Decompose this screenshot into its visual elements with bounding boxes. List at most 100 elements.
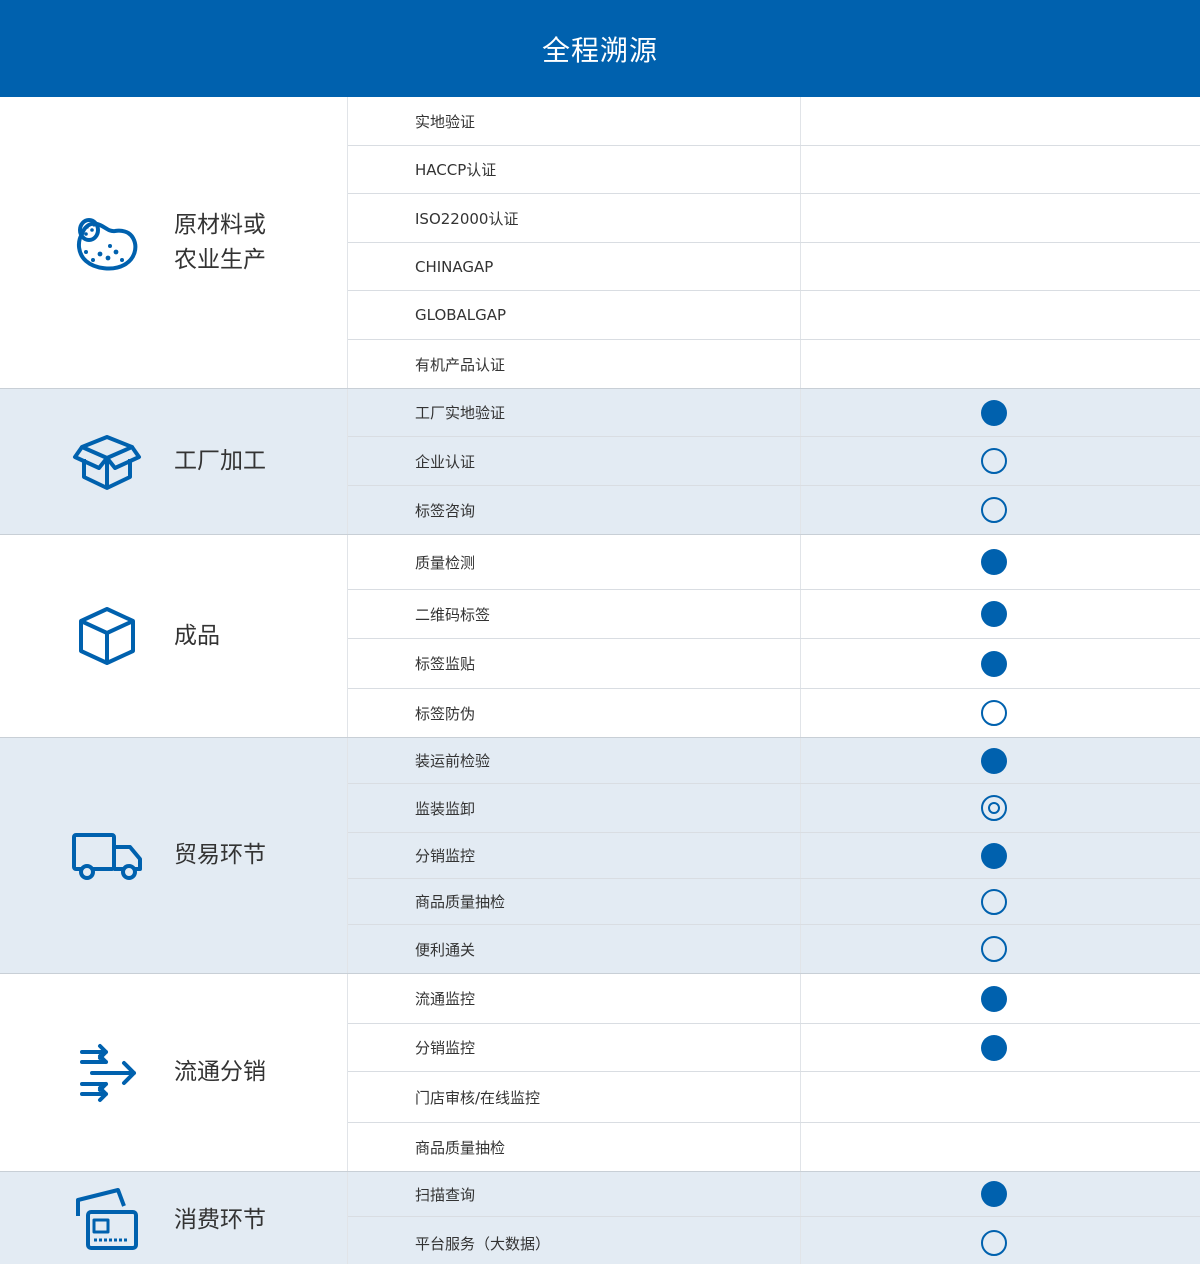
availability-cell bbox=[801, 784, 1200, 832]
service-item: 分销监控 bbox=[348, 833, 801, 878]
service-item: 平台服务（大数据） bbox=[348, 1217, 801, 1264]
availability-cell bbox=[801, 389, 1200, 436]
filled-circle-icon bbox=[980, 1181, 1007, 1207]
availability-cell bbox=[801, 291, 1200, 339]
table-row: 有机产品认证 bbox=[348, 340, 1200, 388]
service-item: 分销监控 bbox=[348, 1024, 801, 1071]
service-item: 扫描查询 bbox=[348, 1172, 801, 1216]
service-item: 商品质量抽检 bbox=[348, 879, 801, 924]
stage-section: 消费环节 扫描查询 平台服务（大数据） bbox=[0, 1172, 1200, 1264]
availability-cell bbox=[801, 1217, 1200, 1264]
filled-circle-icon bbox=[980, 842, 1007, 869]
table-row: 标签咨询 bbox=[348, 486, 1200, 534]
table-row: 平台服务（大数据） bbox=[348, 1217, 1200, 1264]
availability-cell bbox=[801, 879, 1200, 924]
cards-icon bbox=[72, 1186, 142, 1256]
table-row: 商品质量抽检 bbox=[348, 1123, 1200, 1171]
empty-circle-icon bbox=[980, 497, 1007, 523]
availability-cell bbox=[801, 340, 1200, 388]
service-item: 工厂实地验证 bbox=[348, 389, 801, 436]
service-item: 监装监卸 bbox=[348, 784, 801, 832]
table-row: CHINAGAP bbox=[348, 243, 1200, 291]
stage-cell: 消费环节 bbox=[0, 1172, 348, 1264]
stage-cell: 原材料或 农业生产 bbox=[0, 97, 348, 388]
empty-circle-icon bbox=[980, 888, 1007, 915]
table-row: 门店审核/在线监控 bbox=[348, 1072, 1200, 1123]
stage-label: 成品 bbox=[174, 622, 220, 649]
service-item: 质量检测 bbox=[348, 535, 801, 589]
stage-section: 成品 质量检测 二维码标签 标签监贴 标签防伪 bbox=[0, 535, 1200, 738]
table-row: HACCP认证 bbox=[348, 146, 1200, 194]
availability-cell bbox=[801, 1024, 1200, 1071]
stage-label: 工厂加工 bbox=[174, 448, 266, 474]
stage-cell: 贸易环节 bbox=[0, 738, 348, 973]
table-row: 标签监贴 bbox=[348, 639, 1200, 689]
filled-circle-icon bbox=[980, 601, 1007, 627]
table-row: 实地验证 bbox=[348, 97, 1200, 146]
service-item: 有机产品认证 bbox=[348, 340, 801, 388]
empty-circle-icon bbox=[980, 1230, 1007, 1256]
table-row: 二维码标签 bbox=[348, 590, 1200, 639]
table-row: 装运前检验 bbox=[348, 738, 1200, 784]
stage-label: 贸易环节 bbox=[174, 842, 266, 868]
stage-section: 工厂加工 工厂实地验证 企业认证 标签咨询 bbox=[0, 389, 1200, 535]
truck-icon bbox=[72, 821, 142, 891]
availability-cell bbox=[801, 97, 1200, 145]
table-row: 监装监卸 bbox=[348, 784, 1200, 833]
flow-arrows-icon bbox=[72, 1038, 142, 1108]
availability-cell bbox=[801, 437, 1200, 485]
table-row: 流通监控 bbox=[348, 974, 1200, 1024]
service-item: 商品质量抽检 bbox=[348, 1123, 801, 1171]
closed-box-icon bbox=[72, 601, 142, 671]
table-row: ISO22000认证 bbox=[348, 194, 1200, 243]
stage-cell: 成品 bbox=[0, 535, 348, 737]
table-row: 商品质量抽检 bbox=[348, 879, 1200, 925]
availability-cell bbox=[801, 925, 1200, 973]
table-row: 分销监控 bbox=[348, 833, 1200, 879]
service-item: 标签咨询 bbox=[348, 486, 801, 534]
service-item: ISO22000认证 bbox=[348, 194, 801, 242]
availability-cell bbox=[801, 590, 1200, 638]
service-item: 标签防伪 bbox=[348, 689, 801, 737]
service-item: 标签监贴 bbox=[348, 639, 801, 688]
service-item: 便利通关 bbox=[348, 925, 801, 973]
stage-section: 贸易环节 装运前检验 监装监卸 分销监控 商品质量抽检 便利通关 bbox=[0, 738, 1200, 974]
page-title: 全程溯源 bbox=[0, 0, 1200, 97]
table-row: 扫描查询 bbox=[348, 1172, 1200, 1217]
availability-cell bbox=[801, 486, 1200, 534]
filled-circle-icon bbox=[980, 549, 1007, 575]
service-item: 流通监控 bbox=[348, 974, 801, 1023]
table-row: 标签防伪 bbox=[348, 689, 1200, 737]
empty-circle-icon bbox=[980, 700, 1007, 726]
table-row: 企业认证 bbox=[348, 437, 1200, 486]
table-row: 分销监控 bbox=[348, 1024, 1200, 1072]
filled-circle-icon bbox=[980, 747, 1007, 774]
filled-circle-icon bbox=[980, 399, 1007, 426]
open-box-icon bbox=[72, 427, 142, 497]
traceability-table: 原材料或 农业生产 实地验证 HACCP认证 ISO22000认证 CHINAGAP GL… bbox=[0, 97, 1200, 1264]
stage-label: 消费环节 bbox=[174, 1207, 266, 1233]
service-item: CHINAGAP bbox=[348, 243, 801, 290]
availability-cell bbox=[801, 689, 1200, 737]
availability-cell bbox=[801, 194, 1200, 242]
filled-circle-icon bbox=[980, 985, 1007, 1012]
service-item: 企业认证 bbox=[348, 437, 801, 485]
availability-cell bbox=[801, 738, 1200, 783]
service-item: 实地验证 bbox=[348, 97, 801, 145]
table-row: 质量检测 bbox=[348, 535, 1200, 590]
service-item: HACCP认证 bbox=[348, 146, 801, 193]
availability-cell bbox=[801, 146, 1200, 193]
availability-cell bbox=[801, 833, 1200, 878]
stage-label: 原材料或 农业生产 bbox=[174, 211, 266, 273]
table-row: 工厂实地验证 bbox=[348, 389, 1200, 437]
availability-cell bbox=[801, 535, 1200, 589]
potato-icon bbox=[72, 208, 142, 278]
stage-section: 原材料或 农业生产 实地验证 HACCP认证 ISO22000认证 CHINAGAP GL… bbox=[0, 97, 1200, 389]
stage-cell: 工厂加工 bbox=[0, 389, 348, 534]
availability-cell bbox=[801, 1172, 1200, 1216]
stage-section: 流通分销 流通监控 分销监控 门店审核/在线监控 商品质量抽检 bbox=[0, 974, 1200, 1172]
availability-cell bbox=[801, 639, 1200, 688]
empty-circle-icon bbox=[980, 448, 1007, 474]
availability-cell bbox=[801, 1123, 1200, 1171]
service-item: GLOBALGAP bbox=[348, 291, 801, 339]
